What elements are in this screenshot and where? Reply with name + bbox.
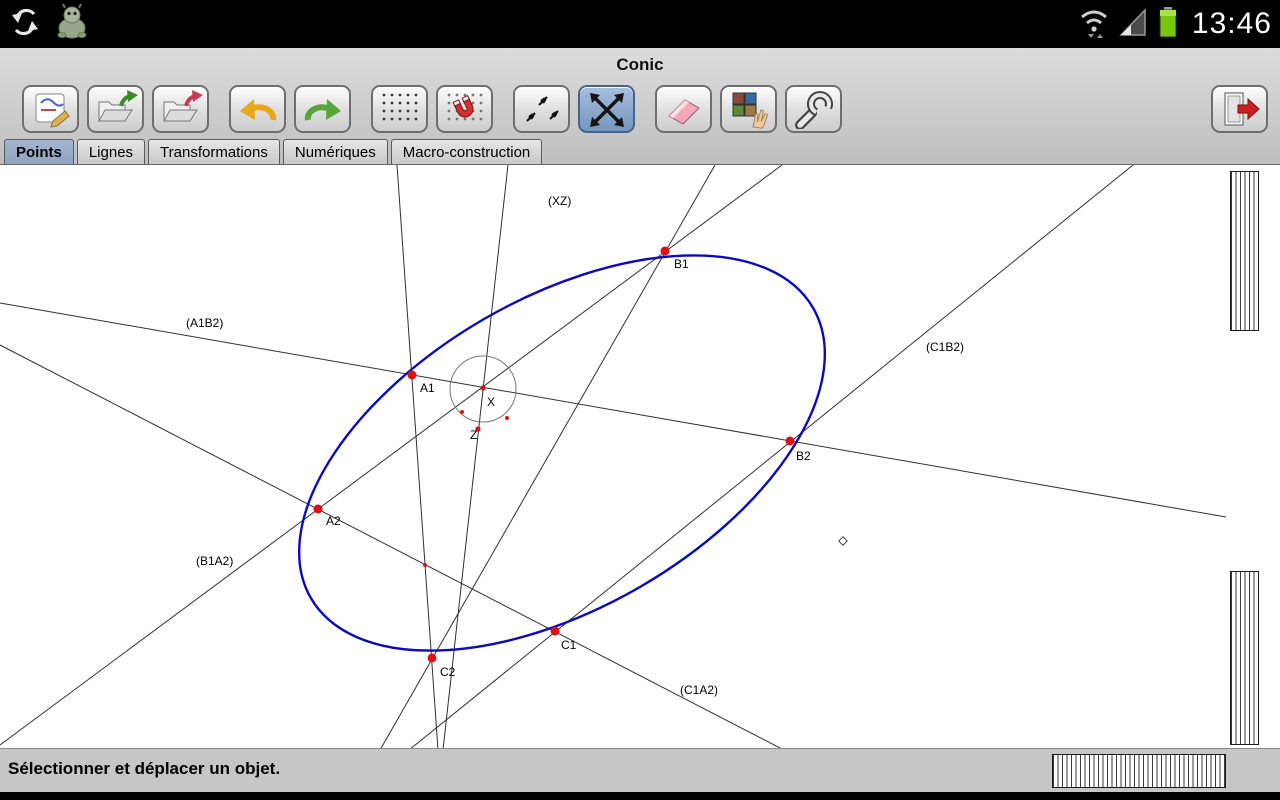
wrench-icon [792,89,836,129]
toolbar-button-appearance[interactable] [720,85,777,133]
point-label-B1: B1 [674,257,689,271]
bottom-status-bar: Sélectionner et déplacer un objet. [0,748,1280,792]
line-label-C1A2: (C1A2) [680,683,718,697]
toolbar-button-open-file-green[interactable] [87,85,144,133]
point-A1[interactable] [408,371,417,380]
creature-icon [52,3,92,46]
point-A2[interactable] [314,505,323,514]
toolbar-button-move[interactable] [578,85,635,133]
grid-icon [378,89,422,129]
point-label-C1: C1 [561,638,577,652]
point-C1[interactable] [551,627,560,636]
point-B1[interactable] [661,247,670,256]
point-label-C2: C2 [440,665,456,679]
toolbar-button-undo[interactable] [229,85,286,133]
undo-icon [236,89,280,129]
tab-numériques[interactable]: Numériques [283,139,388,164]
move-icon [585,89,629,129]
construction-point-minor[interactable] [460,410,464,414]
point-label-X: X [487,395,495,409]
recycle-icon [8,5,42,44]
construction-canvas[interactable]: A1 A2 B1 B2 C1 C2 X Z (A1B2) (C1B2) (B1A2) (C1A2) (X… [0,165,1226,749]
system-indicators: 13:46 [1078,4,1272,45]
signal-icon [1118,6,1148,43]
toolbar-button-show-points[interactable] [513,85,570,133]
toolbar-button-settings[interactable] [785,85,842,133]
point-label-B2: B2 [796,449,811,463]
android-status-bar: 13:46 [0,0,1280,48]
toolbar-button-grid-magnet[interactable] [436,85,493,133]
new-document-icon [29,89,73,129]
battery-icon [1156,4,1180,45]
redo-icon [301,89,345,129]
diamond-point[interactable] [839,537,847,545]
wifi-icon [1078,5,1110,44]
toolbar [0,82,1280,136]
point-B2[interactable] [786,437,795,446]
tab-bar: PointsLignesTransformationsNumériquesMac… [0,136,1280,164]
construction-line[interactable] [0,345,784,749]
construction-line[interactable] [443,165,508,749]
toolbar-button-eraser[interactable] [655,85,712,133]
open-folder-red-icon [159,89,203,129]
point-label-A1: A1 [420,381,435,395]
toolbar-button-grid[interactable] [371,85,428,133]
line-label-C1B2: (C1B2) [926,340,964,354]
vertical-scrollbar-thumb-bottom[interactable] [1230,571,1259,745]
appearance-icon [727,89,771,129]
toolbar-button-new-document[interactable] [22,85,79,133]
line-label-B1A2: (B1A2) [196,554,233,568]
window-title: Conic [0,48,1280,82]
tab-transformations[interactable]: Transformations [148,139,280,164]
construction-line[interactable] [409,165,1133,749]
line-label-A1B2: (A1B2) [186,316,223,330]
tab-points[interactable]: Points [4,139,74,164]
grid-magnet-icon [443,89,487,129]
point-label-Z: Z [470,428,477,442]
open-folder-green-icon [94,89,138,129]
toolbar-button-exit[interactable] [1211,85,1268,133]
exit-icon [1218,89,1262,129]
show-points-icon [520,89,564,129]
app-screen: 13:46 Conic [0,0,1280,800]
point-X[interactable] [480,385,485,390]
toolbar-button-redo[interactable] [294,85,351,133]
point-C2[interactable] [428,654,437,663]
vertical-scrollbar-thumb-top[interactable] [1230,171,1259,331]
construction-point-minor[interactable] [505,416,509,420]
clock: 13:46 [1192,7,1272,41]
status-message: Sélectionner et déplacer un objet. [8,759,280,779]
notification-area [8,3,92,46]
app-chrome: Conic [0,48,1280,164]
toolbar-button-open-file-red[interactable] [152,85,209,133]
drawing-area: A1 A2 B1 B2 C1 C2 X Z (A1B2) (C1B2) (B1A2) (C1A2) (X… [0,164,1280,748]
vertical-scrollbar[interactable] [1228,165,1262,749]
line-label-XZ: (XZ) [548,194,571,208]
construction-line[interactable] [0,303,1226,517]
horizontal-scrollbar-thumb[interactable] [1052,754,1226,788]
construction-point-minor[interactable] [423,563,427,567]
tab-lignes[interactable]: Lignes [77,139,145,164]
tab-macro-construction[interactable]: Macro-construction [391,139,543,164]
eraser-icon [662,89,706,129]
point-label-A2: A2 [326,514,341,528]
